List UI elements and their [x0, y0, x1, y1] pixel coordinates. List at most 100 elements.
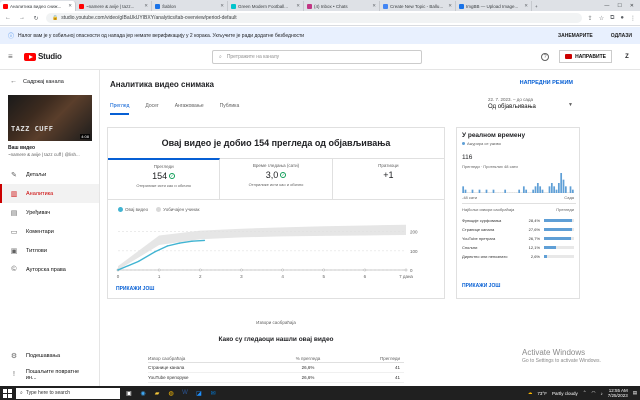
- advanced-mode-button[interactable]: НАПРЕДНИ РЕЖИМ: [520, 80, 573, 86]
- realtime-source-row[interactable]: Спољни 12,1%: [462, 243, 574, 252]
- analytics-tabs: Преглед Досег Ангажовање Публика: [110, 103, 239, 115]
- metric-tab[interactable]: Пратиоци +1: [333, 159, 444, 199]
- main-content: Аналитика видео снимака НАПРЕДНИ РЕЖИМ П…: [101, 70, 585, 386]
- sidebar-item[interactable]: © Ауторска права: [0, 260, 99, 279]
- url-field[interactable]: 🔒 studio.youtube.com/video/gIBaUkUYIBXY/…: [46, 13, 582, 23]
- sidebar-item[interactable]: ▤ Уређивач: [0, 203, 99, 222]
- tab-favicon-icon: [307, 3, 312, 9]
- sidebar-bottom-item[interactable]: ! Пошаљите повратне ин...: [0, 365, 99, 384]
- realtime-bar: [546, 192, 549, 193]
- browser-tab[interactable]: Create New Topic - Ballu... ✕: [380, 1, 456, 11]
- tab-close-icon[interactable]: ✕: [524, 3, 528, 9]
- sidebar-item-label: Детаљи: [26, 171, 47, 178]
- taskbar-search-placeholder: Type here to search: [25, 390, 71, 396]
- sidebar-item[interactable]: ▭ Коментари: [0, 222, 99, 241]
- help-icon[interactable]: ?: [541, 52, 550, 61]
- sidebar-item[interactable]: ▣ Титлови: [0, 241, 99, 260]
- table-row[interactable]: YouTube препоруке 26,6% 41: [148, 373, 404, 383]
- studio-logo[interactable]: Studio: [24, 52, 62, 61]
- analytics-tab[interactable]: Досег: [145, 103, 158, 115]
- hamburger-menu-icon[interactable]: ≡: [8, 52, 24, 61]
- star-icon[interactable]: ☆: [599, 15, 604, 22]
- chrome-icon[interactable]: ◍: [166, 388, 176, 398]
- table-row[interactable]: Странице канала 26,6% 41: [148, 363, 404, 373]
- word-icon[interactable]: W: [180, 388, 190, 398]
- realtime-bar: [499, 192, 502, 193]
- show-more-button[interactable]: ПРИКАЖИ ЈОШ: [116, 286, 154, 292]
- arrow-left-icon: ←: [10, 78, 17, 85]
- realtime-source-row[interactable]: Директно или непознато 2,6%: [462, 252, 574, 261]
- chevron-up-icon[interactable]: ⌃: [583, 390, 587, 396]
- profile-icon[interactable]: ●: [620, 15, 624, 22]
- browser-tab[interactable]: Green Modern Football... ✕: [228, 1, 304, 11]
- tab-close-icon[interactable]: ✕: [448, 3, 452, 9]
- mail-icon[interactable]: ✉: [208, 388, 218, 398]
- sidebar-bottom-item[interactable]: ⚙ Подешавања: [0, 346, 99, 365]
- tab-close-icon[interactable]: ✕: [220, 3, 224, 9]
- back-icon[interactable]: ←: [4, 15, 12, 21]
- date-range-picker[interactable]: 22. 7. 2023. – до сада Од објављивања: [488, 97, 536, 110]
- browser-tab[interactable]: ImgBB — Upload Image... ✕: [456, 1, 532, 11]
- maximize-icon[interactable]: ☐: [617, 3, 621, 9]
- date-range: 22. 7. 2023. – до сада: [488, 97, 534, 102]
- tab-close-icon[interactable]: ✕: [144, 3, 148, 9]
- video-thumbnail[interactable]: TAZZ CUFF 4:08: [8, 95, 92, 141]
- sidebar-item[interactable]: ▥ Аналитика: [0, 184, 99, 203]
- realtime-source-row[interactable]: Странице канала 27,6%: [462, 225, 574, 234]
- browser-tab[interactable]: (4) Inbox • Chats ✕: [304, 1, 380, 11]
- edge-icon[interactable]: ◉: [138, 388, 148, 398]
- metric-comparison: Отприлике исти као и обично: [248, 182, 304, 187]
- browser-tab[interactable]: Šablon ✕: [152, 1, 228, 11]
- extensions-icon[interactable]: ⧉: [610, 15, 614, 22]
- source-bar-track: [544, 255, 574, 258]
- card-headline: Овај видео је добио 154 прегледа од обја…: [161, 138, 391, 148]
- realtime-caption: Прегледи · Протеклих 48 сати: [462, 164, 518, 169]
- clock[interactable]: 12:55 AM 7/25/2023: [608, 388, 628, 399]
- analytics-tab[interactable]: Преглед: [110, 103, 130, 115]
- task-view-icon[interactable]: ▣: [124, 388, 134, 398]
- url-text: studio.youtube.com/video/gIBaUkUYIBXY/an…: [61, 15, 237, 21]
- windows-start-icon[interactable]: [3, 388, 12, 398]
- source-bar-track: [544, 246, 574, 249]
- dismiss-button[interactable]: ЗАНЕМАРИТЕ: [558, 33, 593, 39]
- analytics-tab[interactable]: Ангажовање: [175, 103, 204, 115]
- avatar[interactable]: Z: [622, 52, 632, 62]
- realtime-source-row[interactable]: YouTube претрага 26,7%: [462, 234, 574, 243]
- forward-icon[interactable]: →: [18, 15, 26, 21]
- realtime-source-row[interactable]: Функције сурфовања 28,4%: [462, 216, 574, 225]
- volume-icon[interactable]: ♪: [600, 391, 602, 396]
- create-button[interactable]: НАПРАВИТЕ: [559, 50, 612, 63]
- notifications-icon[interactable]: ▤: [633, 390, 637, 396]
- tab-close-icon[interactable]: ✕: [68, 3, 72, 9]
- y-tick-label: 0: [410, 268, 413, 273]
- browser-tab[interactable]: Аналитика видео сниж... ✕: [0, 1, 76, 11]
- wifi-icon[interactable]: ◠: [592, 390, 596, 396]
- photos-icon[interactable]: ◪: [194, 388, 204, 398]
- enable-button[interactable]: ОДЛАЗИ: [611, 33, 632, 39]
- metric-tab[interactable]: Прегледи 154 ✓ Отприлике исти као и обично: [108, 158, 221, 199]
- caret-down-icon[interactable]: ▼: [568, 102, 573, 108]
- back-to-content-link[interactable]: ← Садржај канала: [0, 70, 99, 93]
- metric-value-row: +1: [333, 170, 444, 180]
- minimize-icon[interactable]: —: [604, 3, 609, 9]
- new-tab-icon[interactable]: +: [532, 1, 544, 11]
- share-icon[interactable]: ⇪: [588, 15, 593, 22]
- realtime-bar: [506, 192, 509, 193]
- close-window-icon[interactable]: ✕: [630, 3, 634, 9]
- weather-icon: ☁: [527, 390, 533, 395]
- taskbar-search-input[interactable]: ⌕ Type here to search: [16, 387, 120, 399]
- weather-text[interactable]: Partly cloudy: [552, 391, 578, 396]
- sidebar-item[interactable]: ✎ Детаљи: [0, 165, 99, 184]
- file-explorer-icon[interactable]: ▰: [152, 388, 162, 398]
- menu-icon[interactable]: ⋮: [630, 15, 636, 22]
- analytics-tab[interactable]: Публика: [220, 103, 240, 115]
- reload-icon[interactable]: ↻: [32, 15, 40, 22]
- sidebar-item-icon: ©: [11, 266, 17, 273]
- address-bar: ← → ↻ 🔒 studio.youtube.com/video/gIBaUkU…: [0, 11, 640, 26]
- tab-close-icon[interactable]: ✕: [372, 3, 376, 9]
- tab-close-icon[interactable]: ✕: [296, 3, 300, 9]
- metric-tab[interactable]: Време гледања (сати) 3,0 ✓ Отприлике исти к…: [220, 159, 333, 199]
- realtime-show-more-button[interactable]: ПРИКАЖИ ЈОШ: [462, 283, 500, 289]
- channel-search-input[interactable]: ⌕ Претражите на каналу: [212, 50, 422, 64]
- browser-tab[interactable]: ~namere & avije | tazz... ✕: [76, 1, 152, 11]
